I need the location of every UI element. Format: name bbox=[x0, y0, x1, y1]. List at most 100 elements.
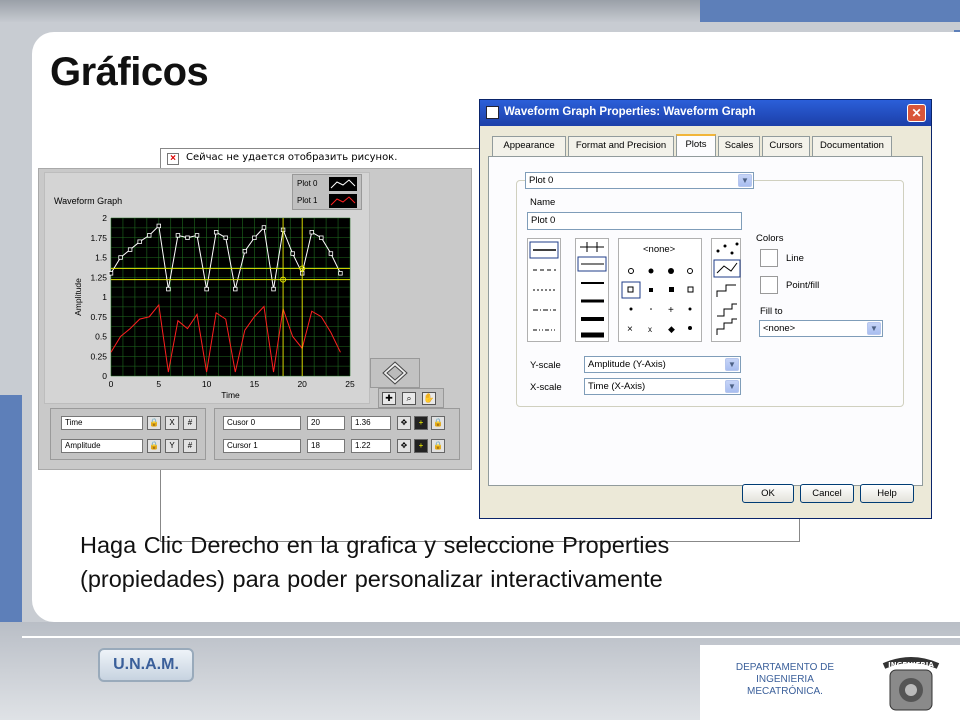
cursor-y-1[interactable]: 1.22 bbox=[351, 439, 391, 453]
y-axis-label: Amplitude bbox=[73, 278, 83, 316]
broken-image-icon: × bbox=[167, 153, 179, 165]
graph-plot-area[interactable]: 00.250.50.7511.251.51.7520 5 10 15 20 25TimeA… bbox=[44, 205, 370, 405]
close-icon[interactable]: ✕ bbox=[907, 104, 926, 122]
ok-button[interactable]: OK bbox=[742, 484, 794, 503]
series-point bbox=[156, 223, 161, 229]
svg-text:◆: ◆ bbox=[668, 324, 675, 334]
series-point bbox=[166, 286, 171, 292]
cursor-style-icon[interactable]: + bbox=[414, 439, 428, 453]
point-fill-color-swatch[interactable] bbox=[760, 276, 778, 294]
cursor-legend: Cusor 0 20 1.36 ✥ + 🔒 Cursor 1 18 1.22 ✥… bbox=[214, 408, 460, 460]
format-y-icon[interactable]: # bbox=[183, 439, 197, 453]
x-scale-dropdown[interactable]: Time (X-Axis) ▼ bbox=[584, 378, 741, 395]
series-point bbox=[185, 235, 190, 240]
fill-to-label: Fill to bbox=[760, 306, 783, 317]
y-tick-label: 2 bbox=[102, 213, 107, 223]
line-color-label: Line bbox=[786, 253, 804, 264]
line-style-picker[interactable] bbox=[527, 238, 561, 342]
scale-legend: Time 🔒 X # Amplitude 🔒 Y # bbox=[50, 408, 206, 460]
legend-label-plot-1: Plot 1 bbox=[297, 196, 318, 205]
series-point bbox=[242, 248, 248, 254]
help-button[interactable]: Help bbox=[860, 484, 914, 503]
line-color-swatch[interactable] bbox=[760, 249, 778, 267]
dialog-titlebar[interactable]: Waveform Graph Properties: Waveform Grap… bbox=[480, 100, 931, 126]
cursor-style-icon[interactable]: + bbox=[414, 416, 428, 430]
point-fill-label: Point/fill bbox=[786, 280, 820, 291]
dialog-title: Waveform Graph Properties: Waveform Grap… bbox=[504, 106, 756, 118]
line-width-picker[interactable] bbox=[575, 238, 609, 342]
cursor-y-0[interactable]: 1.36 bbox=[351, 416, 391, 430]
series-point bbox=[252, 235, 257, 240]
chevron-down-icon[interactable]: ▼ bbox=[725, 380, 739, 393]
x-tick-label: 25 bbox=[345, 379, 355, 389]
zoom-tool-icon[interactable]: ⌕ bbox=[402, 392, 416, 405]
fill-to-dropdown[interactable]: <none> ▼ bbox=[759, 320, 883, 337]
point-style-picker[interactable]: <none> + × x ◆ bbox=[618, 238, 702, 342]
tab-scales[interactable]: Scales bbox=[718, 136, 760, 156]
scale-name-time[interactable]: Time bbox=[61, 416, 143, 430]
autoscale-y-icon[interactable]: Y bbox=[165, 439, 179, 453]
chevron-down-icon[interactable]: ▼ bbox=[867, 322, 881, 335]
legend-swatch-plot-0[interactable] bbox=[329, 177, 357, 191]
tab-plots[interactable]: Plots bbox=[676, 134, 716, 157]
cursor-move-icon[interactable]: ✥ bbox=[397, 416, 411, 430]
cursor-x-0[interactable]: 20 bbox=[307, 416, 345, 430]
tab-format-precision[interactable]: Format and Precision bbox=[568, 136, 674, 156]
series-point bbox=[108, 271, 114, 276]
x-scale-value: Time (X-Axis) bbox=[588, 381, 646, 392]
scale-lock-icon[interactable]: 🔒 bbox=[147, 439, 161, 453]
y-scale-dropdown[interactable]: Amplitude (Y-Axis) ▼ bbox=[584, 356, 741, 373]
broken-image-text: Сейчас не удается отобразить рисунок. bbox=[186, 152, 398, 163]
tab-appearance[interactable]: Appearance bbox=[492, 136, 566, 156]
chevron-down-icon[interactable]: ▼ bbox=[738, 174, 752, 187]
series-point bbox=[223, 235, 228, 240]
engineering-seal-icon: INGENIERIA bbox=[882, 657, 940, 711]
y-tick-label: 0.75 bbox=[90, 312, 107, 322]
caption-line-2: (propiedades) para poder personalizar in… bbox=[80, 566, 663, 592]
format-x-icon[interactable]: # bbox=[183, 416, 197, 430]
name-label: Name bbox=[530, 197, 556, 208]
y-tick-label: 0 bbox=[102, 371, 107, 381]
plot-select-value: Plot 0 bbox=[529, 175, 554, 186]
legend-label-plot-0: Plot 0 bbox=[297, 179, 318, 188]
graph-palette-box bbox=[370, 358, 420, 388]
y-scale-value: Amplitude (Y-Axis) bbox=[588, 359, 666, 370]
tab-documentation[interactable]: Documentation bbox=[812, 136, 892, 156]
interpolation-picker[interactable] bbox=[711, 238, 741, 342]
properties-dialog: Waveform Graph Properties: Waveform Grap… bbox=[479, 99, 932, 519]
autoscale-x-icon[interactable]: X bbox=[165, 416, 179, 430]
series-point bbox=[204, 286, 209, 292]
y-scale-label: Y-scale bbox=[530, 360, 561, 371]
scale-name-amplitude[interactable]: Amplitude bbox=[61, 439, 143, 453]
y-tick-label: 1 bbox=[102, 292, 107, 302]
x-scale-label: X-scale bbox=[530, 382, 562, 393]
chevron-down-icon[interactable]: ▼ bbox=[725, 358, 739, 371]
x-tick-label: 0 bbox=[109, 379, 114, 389]
cursor-x-1[interactable]: 18 bbox=[307, 439, 345, 453]
plot-name-input[interactable]: Plot 0 bbox=[527, 212, 742, 230]
graph-tool-palette: ✚ ⌕ ✋ bbox=[378, 388, 444, 408]
tab-cursors[interactable]: Cursors bbox=[762, 136, 810, 156]
x-tick-label: 10 bbox=[202, 379, 212, 389]
y-tick-label: 0.25 bbox=[90, 351, 107, 361]
cursor-lock-icon[interactable]: 🔒 bbox=[431, 439, 445, 453]
fill-to-value: <none> bbox=[763, 323, 796, 334]
dept-line-2: INGENIERIA bbox=[756, 674, 814, 685]
cursor-move-icon[interactable]: ✥ bbox=[397, 439, 411, 453]
pan-diamond-icon[interactable] bbox=[371, 359, 419, 387]
plot-select-dropdown[interactable]: Plot 0 ▼ bbox=[525, 172, 754, 189]
scale-lock-icon[interactable]: 🔒 bbox=[147, 416, 161, 430]
cursor-name-1[interactable]: Cursor 1 bbox=[223, 439, 301, 453]
cancel-button[interactable]: Cancel bbox=[800, 484, 854, 503]
dept-line-1: DEPARTAMENTO DE bbox=[735, 662, 835, 673]
hand-tool-icon[interactable]: ✋ bbox=[422, 392, 436, 405]
svg-text:+: + bbox=[668, 305, 674, 316]
x-axis-label: Time bbox=[221, 390, 240, 400]
series-point bbox=[127, 247, 133, 252]
cursor-lock-icon[interactable]: 🔒 bbox=[431, 416, 445, 430]
cursor-tool-icon[interactable]: ✚ bbox=[382, 392, 396, 405]
slide-title: Gráficos bbox=[50, 50, 209, 94]
unam-logo: U.N.A.M. bbox=[98, 648, 194, 682]
series-point bbox=[290, 251, 295, 256]
cursor-name-0[interactable]: Cusor 0 bbox=[223, 416, 301, 430]
